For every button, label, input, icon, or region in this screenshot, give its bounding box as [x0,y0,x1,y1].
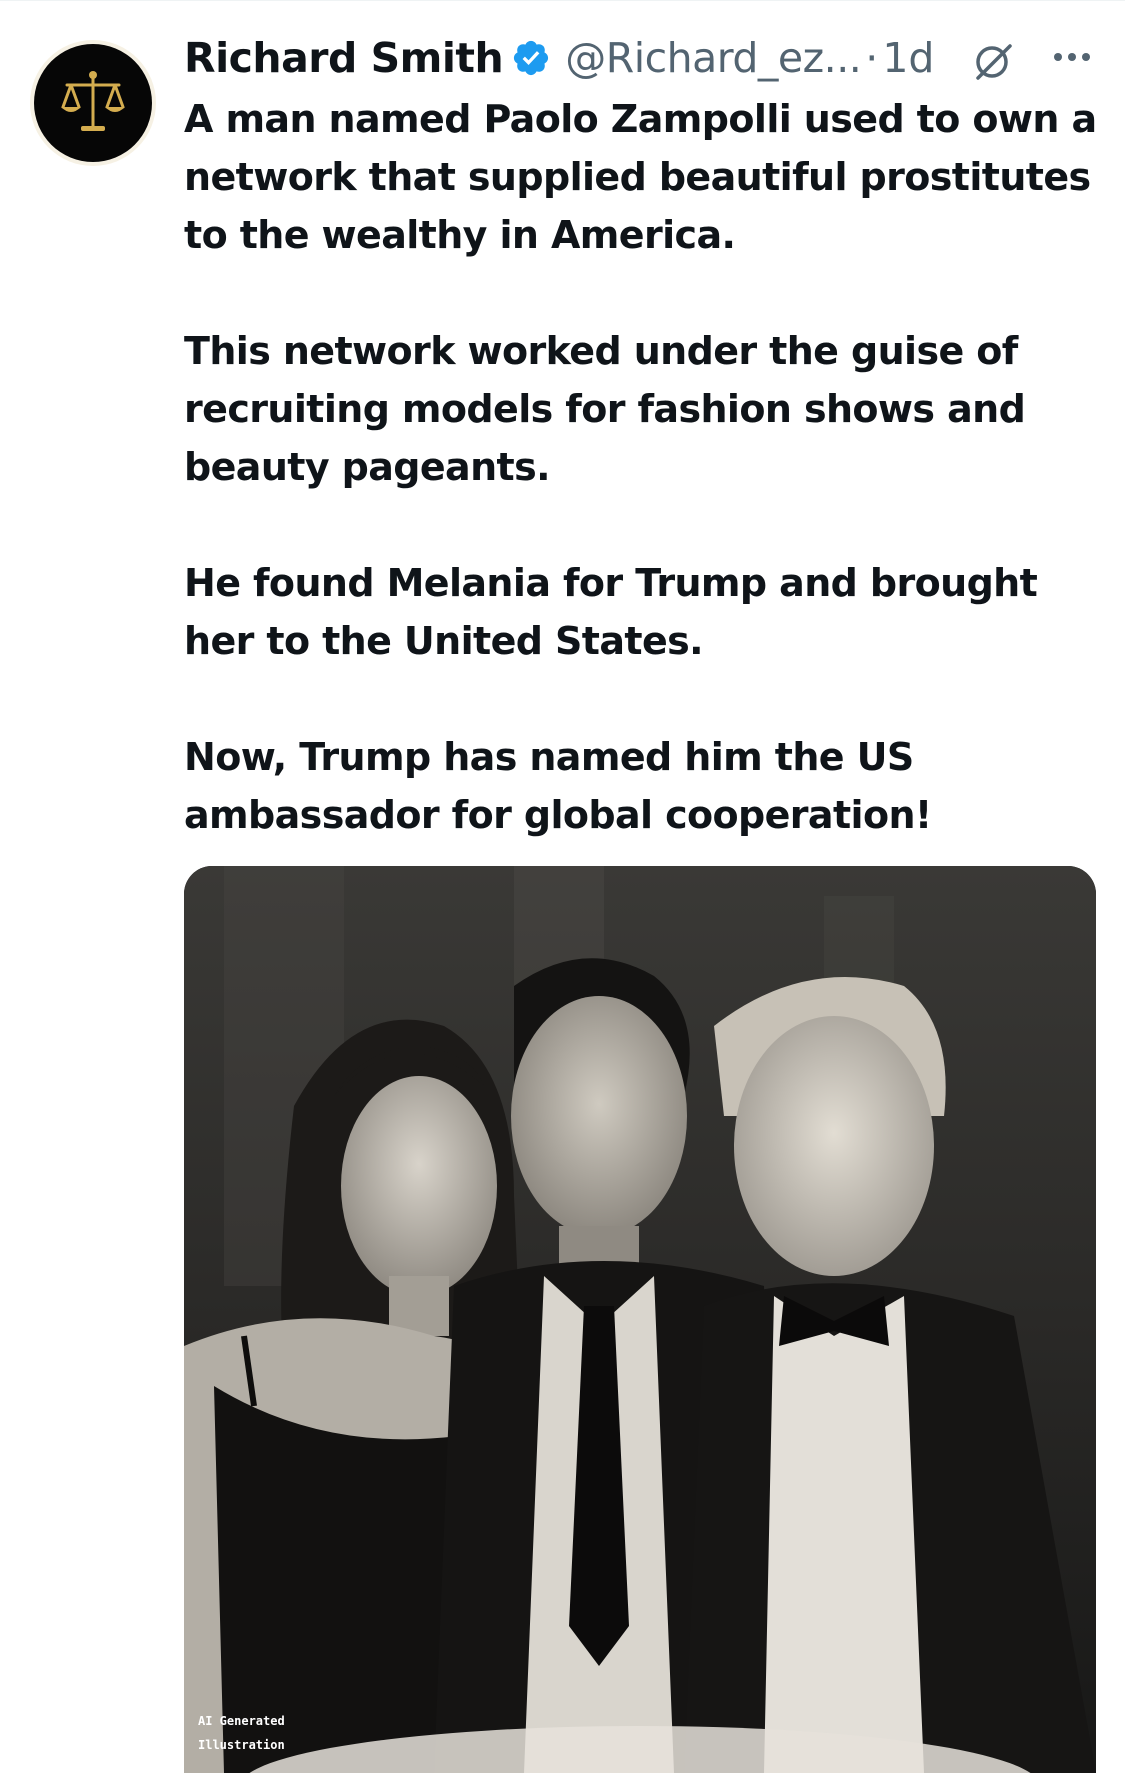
tweet-paragraph: This network worked under the guise of r… [184,329,1026,489]
photo [184,866,1096,1773]
tweet-media[interactable]: AI Generated Illustration [184,866,1096,1773]
tweet[interactable]: Richard Smith @Richard_ez... · 1d A man … [0,0,1125,1773]
display-name[interactable]: Richard Smith [184,34,504,82]
grok-icon[interactable] [970,38,1016,84]
ai-label-line: AI Generated [198,1714,285,1728]
avatar[interactable] [30,40,156,166]
more-icon[interactable] [1050,46,1094,68]
tweet-paragraph: Now, Trump has named him the US ambassad… [184,735,932,837]
user-handle[interactable]: @Richard_ez... [565,34,862,82]
tweet-header: Richard Smith @Richard_ez... · 1d [184,32,1094,84]
tweet-text: A man named Paolo Zampolli used to own a… [184,90,1104,844]
separator-dot: · [865,34,879,82]
verified-badge-icon[interactable] [511,38,551,78]
divider [0,0,1125,1]
ai-generated-label: AI Generated Illustration [198,1709,285,1757]
ai-label-line: Illustration [198,1738,285,1752]
tweet-paragraph: A man named Paolo Zampolli used to own a… [184,97,1097,257]
timestamp[interactable]: 1d [882,34,934,82]
tweet-paragraph: He found Melania for Trump and brought h… [184,561,1038,663]
scales-of-justice-icon [34,44,152,162]
